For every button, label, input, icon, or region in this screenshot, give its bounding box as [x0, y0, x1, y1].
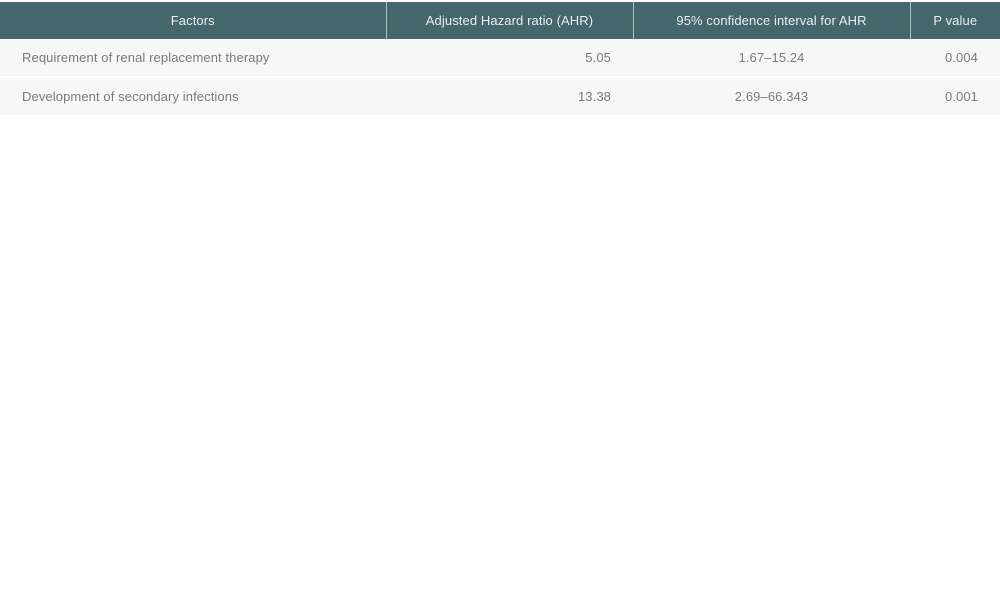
table-row: Development of secondary infections 13.3…: [0, 77, 1000, 115]
table-container: Factors Adjusted Hazard ratio (AHR) 95% …: [0, 0, 1000, 115]
column-header-adjusted-hazard-ratio: Adjusted Hazard ratio (AHR): [386, 2, 634, 39]
table-header: Factors Adjusted Hazard ratio (AHR) 95% …: [0, 2, 1000, 39]
column-header-factors: Factors: [0, 2, 387, 39]
column-header-p-value: P value: [933, 13, 978, 28]
cell-adjusted-hazard-ratio: 5.05: [585, 50, 611, 65]
table-body: Requirement of renal replacement therapy…: [0, 39, 1000, 115]
table-header-row: Factors Adjusted Hazard ratio (AHR) 95% …: [0, 2, 1000, 39]
cell-p-value: 0.001: [944, 89, 978, 104]
multivariate-results-table: Factors Adjusted Hazard ratio (AHR) 95% …: [0, 2, 1000, 115]
cell-p-value: 0.004: [944, 50, 978, 65]
cell-factor: Development of secondary infections: [22, 89, 239, 104]
column-header-confidence-interval: 95% confidence interval for AHR: [633, 2, 911, 39]
cell-confidence-interval: 2.69–66.343: [734, 89, 809, 104]
cell-adjusted-hazard-ratio: 13.38: [577, 89, 611, 104]
table-row: Requirement of renal replacement therapy…: [0, 39, 1000, 77]
cell-confidence-interval: 1.67–15.24: [738, 50, 805, 65]
cell-factor: Requirement of renal replacement therapy: [22, 50, 270, 65]
